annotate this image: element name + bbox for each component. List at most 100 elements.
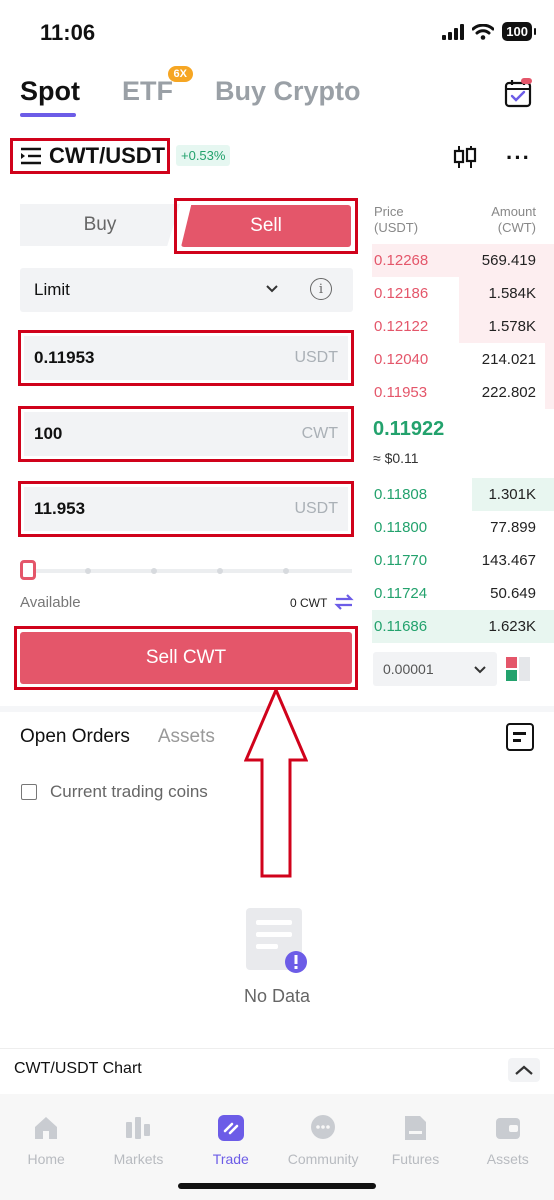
slider-stop-75[interactable]: [217, 568, 223, 574]
empty-document-icon: [246, 908, 307, 973]
bid-amount: 143.467: [481, 552, 536, 569]
bid-amount: 1.623K: [488, 618, 536, 635]
nav-markets[interactable]: Markets: [92, 1094, 184, 1200]
ask-row[interactable]: 0.12186 1.584K: [372, 277, 554, 310]
wallet-icon: [495, 1118, 520, 1139]
slider-stop-25[interactable]: [85, 568, 91, 574]
pair-change-badge: +0.53%: [176, 145, 231, 166]
current-coins-checkbox[interactable]: [21, 784, 37, 800]
slider-thumb[interactable]: [20, 560, 36, 580]
nav-futures[interactable]: Futures: [369, 1094, 461, 1200]
bid-row[interactable]: 0.11770 143.467: [372, 544, 554, 577]
ob-price-header: Price (USDT): [374, 204, 418, 236]
bid-price: 0.11686: [374, 618, 428, 635]
nav-assets[interactable]: Assets: [462, 1094, 554, 1200]
status-icons: 100: [442, 22, 536, 41]
percent-slider[interactable]: [22, 569, 352, 573]
nav-assets-label: Assets: [486, 1151, 529, 1167]
ask-row[interactable]: 0.11953 222.802: [372, 376, 554, 409]
price-value: 0.11953: [34, 348, 95, 367]
nav-trade-label: Trade: [212, 1151, 249, 1167]
total-input[interactable]: 11.953 USDT: [24, 487, 348, 531]
bid-row[interactable]: 0.11800 77.899: [372, 511, 554, 544]
ask-depth-bar: [544, 376, 554, 409]
more-icon[interactable]: ···: [506, 145, 531, 171]
home-icon: [35, 1117, 58, 1139]
chart-expand-button[interactable]: [508, 1058, 540, 1082]
amount-unit: CWT: [301, 425, 338, 442]
info-icon[interactable]: i: [310, 278, 332, 300]
community-icon: [311, 1115, 336, 1139]
bid-row[interactable]: 0.11724 50.649: [372, 577, 554, 610]
ask-row[interactable]: 0.12268 569.419: [372, 244, 554, 277]
order-history-icon[interactable]: [506, 723, 534, 751]
nav-community-label: Community: [287, 1151, 359, 1167]
ask-price: 0.12186: [374, 285, 429, 302]
tab-open-orders[interactable]: Open Orders: [20, 726, 130, 748]
ask-row[interactable]: 0.12040 214.021: [372, 343, 554, 376]
orderbook-layout-icon[interactable]: [506, 657, 530, 681]
home-indicator: [178, 1183, 376, 1189]
ob-price-header-line2: (USDT): [374, 220, 419, 235]
order-type-select[interactable]: Limit i: [20, 268, 353, 312]
precision-select[interactable]: 0.00001: [373, 652, 497, 686]
tab-etf[interactable]: ETF 6X: [122, 66, 193, 107]
sell-cwt-button[interactable]: Sell CWT: [20, 632, 352, 684]
ask-price: 0.11953: [374, 384, 428, 401]
ob-amount-header: Amount (CWT): [491, 204, 536, 236]
ob-amount-header-line1: Amount: [491, 204, 536, 219]
top-tabs: Spot ETF 6X Buy Crypto: [20, 66, 361, 117]
sell-tab-highlight: Sell: [174, 198, 358, 254]
chevron-down-icon: [474, 666, 486, 674]
nav-home-label: Home: [27, 1151, 65, 1167]
ask-row[interactable]: 0.12122 1.578K: [372, 310, 554, 343]
slider-stop-50[interactable]: [151, 568, 157, 574]
nav-markets-label: Markets: [113, 1151, 164, 1167]
price-field-highlight: 0.11953 USDT: [18, 330, 354, 386]
wifi-icon: [472, 23, 495, 40]
amount-input[interactable]: 100 CWT: [24, 412, 348, 456]
price-input[interactable]: 0.11953 USDT: [24, 336, 348, 380]
nav-home[interactable]: Home: [0, 1094, 92, 1200]
available-value: 0 CWT: [290, 596, 328, 610]
orders-tabs: Open Orders Assets: [20, 726, 215, 748]
amount-field-highlight: 100 CWT: [18, 406, 354, 462]
calendar-icon[interactable]: [504, 78, 532, 108]
buy-tab[interactable]: Buy: [20, 204, 180, 246]
ask-depth-bar: [544, 343, 554, 376]
slider-stop-100[interactable]: [283, 568, 289, 574]
bid-price: 0.11800: [374, 519, 428, 536]
battery-indicator: 100: [502, 22, 536, 41]
candlestick-chart-icon[interactable]: [452, 144, 478, 170]
chevron-down-icon: [266, 285, 278, 293]
transfer-icon[interactable]: [334, 592, 354, 612]
bid-amount: 77.899: [490, 519, 536, 536]
nav-futures-label: Futures: [391, 1151, 440, 1167]
precision-value: 0.00001: [383, 661, 434, 677]
bid-row[interactable]: 0.11808 1.301K: [372, 478, 554, 511]
ask-price: 0.12122: [374, 318, 429, 335]
tab-buy-crypto[interactable]: Buy Crypto: [215, 76, 361, 107]
last-price-fiat: ≈ $0.11: [373, 450, 419, 466]
annotation-arrow: [244, 688, 308, 878]
total-unit: USDT: [294, 500, 338, 517]
no-data-text: No Data: [243, 986, 311, 1006]
tab-etf-label: ETF: [122, 76, 173, 106]
ask-amount: 222.802: [481, 384, 536, 401]
last-price: 0.11922: [373, 418, 445, 440]
tab-assets[interactable]: Assets: [158, 726, 215, 748]
menu-icon: [21, 147, 41, 165]
tab-spot[interactable]: Spot: [20, 76, 80, 117]
price-unit: USDT: [294, 349, 338, 366]
current-coins-label: Current trading coins: [50, 782, 208, 801]
pair-name: CWT/USDT: [49, 143, 166, 168]
bid-row[interactable]: 0.11686 1.623K: [372, 610, 554, 643]
order-type-value: Limit: [34, 280, 70, 299]
total-value: 11.953: [34, 499, 86, 518]
ask-price: 0.12040: [374, 351, 429, 368]
ask-amount: 1.584K: [488, 285, 536, 302]
pair-selector[interactable]: CWT/USDT: [10, 138, 170, 174]
sell-tab[interactable]: Sell: [181, 205, 351, 247]
bid-price: 0.11724: [374, 585, 428, 602]
markets-icon: [126, 1117, 151, 1139]
